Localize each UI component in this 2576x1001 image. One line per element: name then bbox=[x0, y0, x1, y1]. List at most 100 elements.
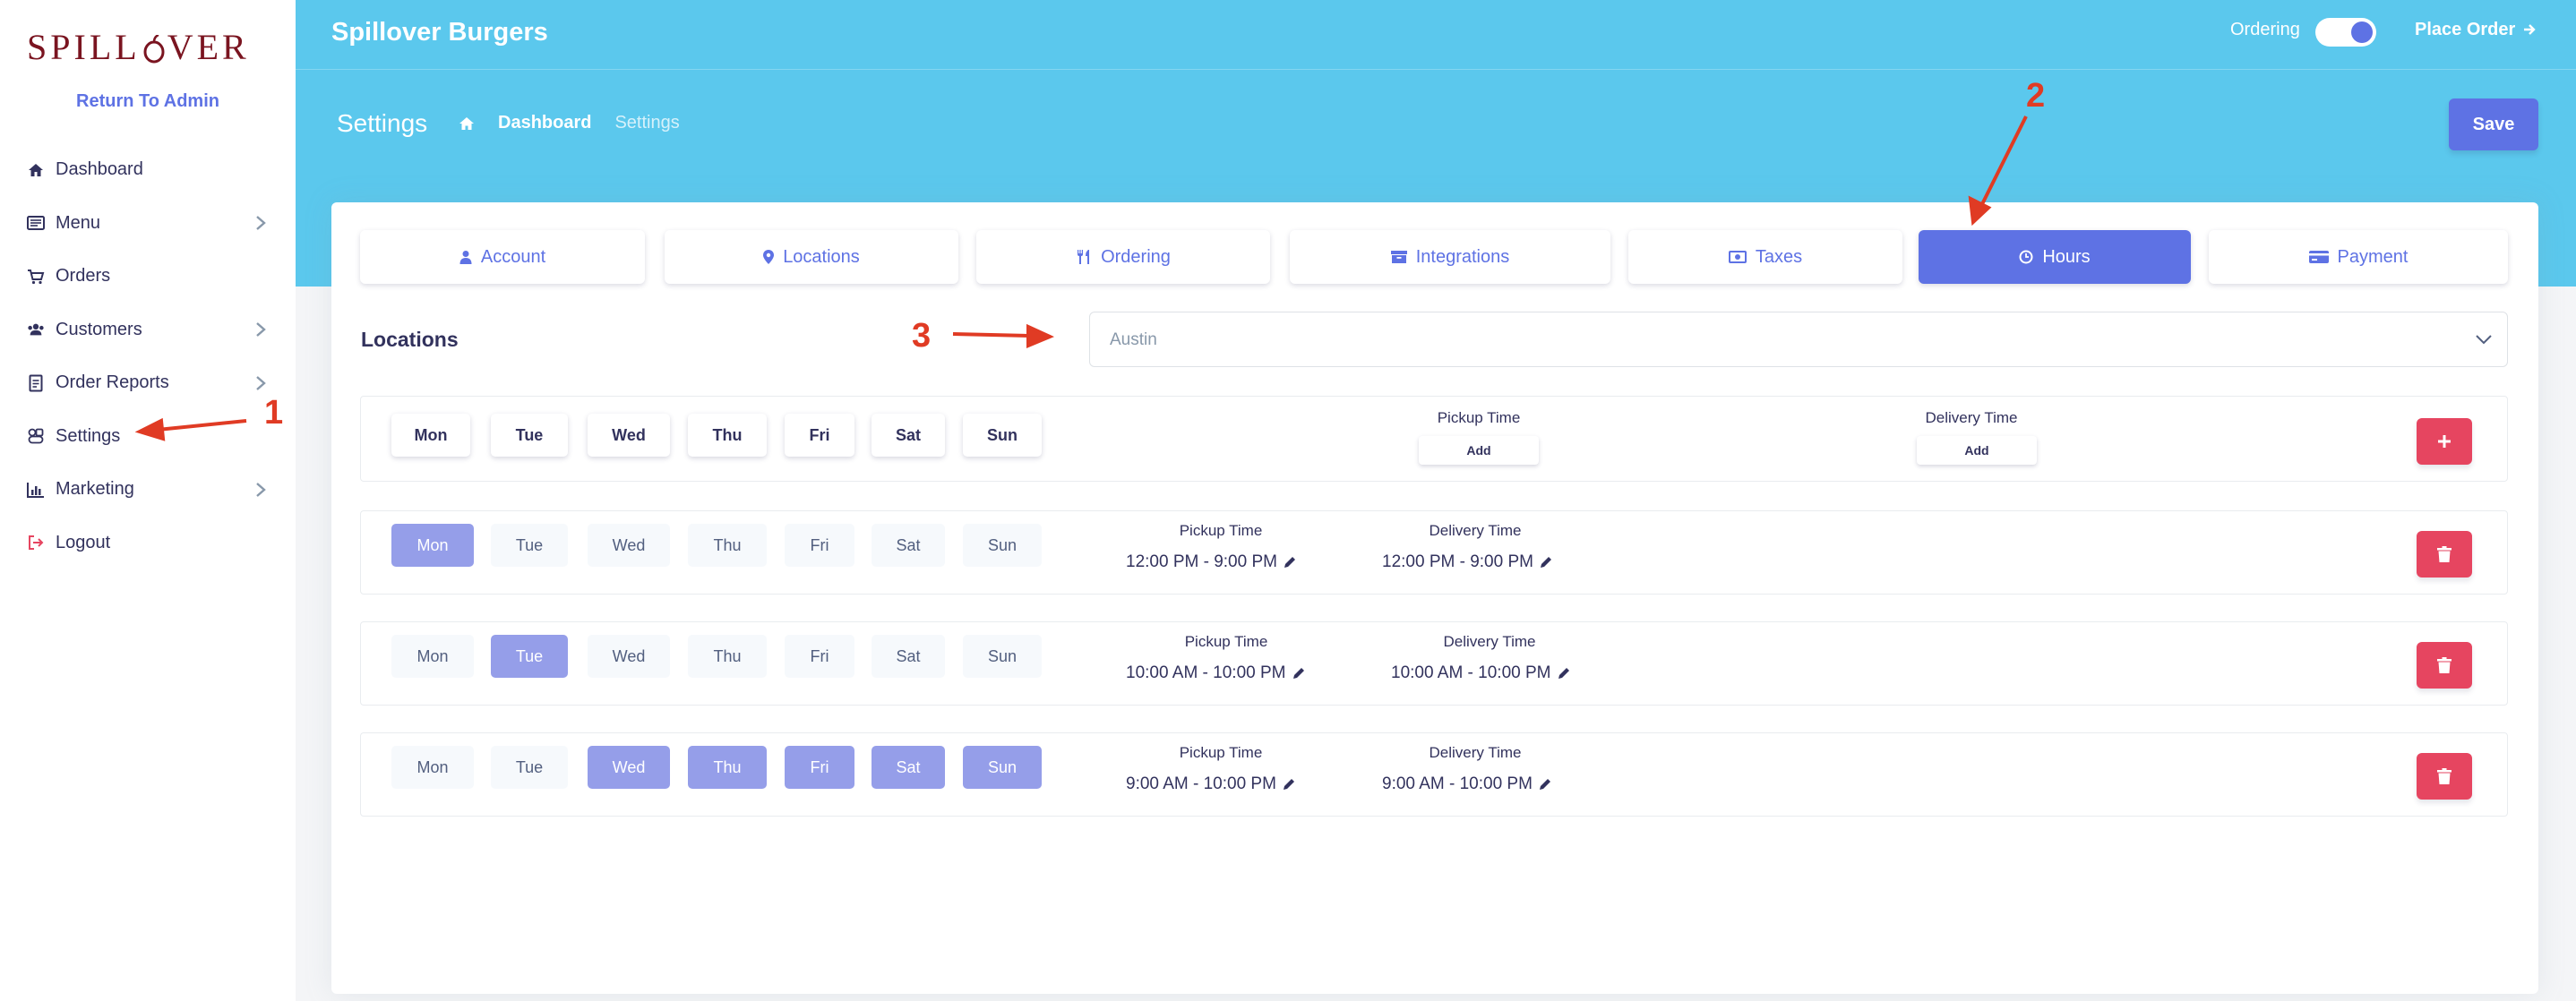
day-toggle-mon[interactable]: Mon bbox=[391, 746, 474, 789]
day-toggle-fri[interactable]: Fri bbox=[785, 524, 854, 567]
sidebar-item-label: Orders bbox=[56, 266, 111, 287]
day-toggle-mon[interactable]: Mon bbox=[391, 635, 474, 678]
hours-row: Mon Tue Wed Thu Fri Sat Sun Pickup Time … bbox=[360, 732, 2508, 817]
day-toggle-tue[interactable]: Tue bbox=[491, 524, 568, 567]
day-toggle-mon[interactable]: Mon bbox=[391, 414, 470, 457]
tab-taxes[interactable]: Taxes bbox=[1628, 230, 1902, 284]
add-pickup-time-button[interactable]: Add bbox=[1419, 436, 1539, 465]
chevron-right-icon bbox=[256, 322, 266, 338]
top-navbar: Spillover Burgers Ordering Place Order bbox=[296, 0, 2576, 70]
delivery-time-title: Delivery Time bbox=[1925, 409, 2018, 426]
place-order-link[interactable]: Place Order bbox=[2415, 20, 2537, 40]
delete-hours-button[interactable] bbox=[2417, 531, 2472, 578]
pickup-time-value: 12:00 PM - 9:00 PM bbox=[1126, 552, 1297, 572]
logo-drop-icon bbox=[143, 35, 165, 64]
sidebar-item-dashboard[interactable]: Dashboard bbox=[0, 143, 296, 197]
pickup-time-title: Pickup Time bbox=[1179, 744, 1263, 761]
map-pin-icon bbox=[763, 250, 775, 264]
day-toggle-fri[interactable]: Fri bbox=[785, 635, 854, 678]
sidebar: SPILL VER Return To Admin Dashboard Menu… bbox=[0, 0, 296, 1001]
tab-hours[interactable]: Hours bbox=[1919, 230, 2191, 284]
trash-icon bbox=[2437, 657, 2451, 673]
day-toggle-sun[interactable]: Sun bbox=[963, 746, 1042, 789]
tab-integrations[interactable]: Integrations bbox=[1290, 230, 1610, 284]
pencil-icon[interactable] bbox=[1538, 777, 1552, 791]
tab-payment[interactable]: Payment bbox=[2209, 230, 2508, 284]
chevron-down-icon bbox=[2476, 335, 2492, 345]
arrow-right-icon bbox=[2523, 24, 2536, 35]
day-toggle-sat[interactable]: Sat bbox=[872, 524, 945, 567]
add-hours-button[interactable] bbox=[2417, 418, 2472, 465]
pencil-icon[interactable] bbox=[1292, 666, 1306, 680]
day-toggle-mon[interactable]: Mon bbox=[391, 524, 474, 567]
return-to-admin-link[interactable]: Return To Admin bbox=[0, 91, 296, 112]
sidebar-item-logout[interactable]: Logout bbox=[0, 517, 296, 570]
annotation-label-1: 1 bbox=[264, 394, 284, 432]
chevron-right-icon bbox=[256, 375, 266, 390]
location-select[interactable]: Austin bbox=[1089, 312, 2508, 367]
delivery-time-value: 10:00 AM - 10:00 PM bbox=[1391, 663, 1571, 683]
day-toggle-sat[interactable]: Sat bbox=[872, 746, 945, 789]
day-toggle-sat[interactable]: Sat bbox=[872, 635, 945, 678]
delete-hours-button[interactable] bbox=[2417, 642, 2472, 689]
day-toggle-tue[interactable]: Tue bbox=[491, 635, 568, 678]
tab-label: Integrations bbox=[1415, 246, 1510, 267]
day-toggle-sat[interactable]: Sat bbox=[872, 414, 945, 457]
tab-label: Locations bbox=[783, 246, 860, 267]
day-toggle-wed[interactable]: Wed bbox=[588, 746, 670, 789]
pencil-icon[interactable] bbox=[1283, 555, 1297, 569]
day-toggle-fri[interactable]: Fri bbox=[785, 414, 854, 457]
day-toggle-wed[interactable]: Wed bbox=[588, 414, 670, 457]
ordering-toggle[interactable] bbox=[2315, 18, 2376, 47]
breadcrumb-dashboard[interactable]: Dashboard bbox=[498, 113, 591, 133]
tab-ordering[interactable]: Ordering bbox=[976, 230, 1270, 284]
day-toggle-sun[interactable]: Sun bbox=[963, 524, 1042, 567]
pickup-time-text: 10:00 AM - 10:00 PM bbox=[1126, 663, 1286, 682]
breadcrumb-settings: Settings bbox=[614, 113, 680, 133]
pickup-time-title: Pickup Time bbox=[1179, 522, 1263, 539]
pencil-icon[interactable] bbox=[1539, 555, 1553, 569]
day-toggle-tue[interactable]: Tue bbox=[491, 414, 568, 457]
bar-chart-icon bbox=[27, 481, 45, 499]
pencil-icon[interactable] bbox=[1557, 666, 1571, 680]
sidebar-item-marketing[interactable]: Marketing bbox=[0, 463, 296, 517]
delivery-time-title: Delivery Time bbox=[1429, 744, 1522, 761]
sidebar-item-orders[interactable]: Orders bbox=[0, 250, 296, 304]
day-toggle-thu[interactable]: Thu bbox=[688, 414, 767, 457]
save-button[interactable]: Save bbox=[2449, 98, 2538, 150]
tab-account[interactable]: Account bbox=[360, 230, 645, 284]
locations-label: Locations bbox=[361, 328, 459, 351]
day-toggle-sun[interactable]: Sun bbox=[963, 635, 1042, 678]
place-order-label: Place Order bbox=[2415, 20, 2516, 39]
add-delivery-time-button[interactable]: Add bbox=[1917, 436, 2037, 465]
home-icon[interactable] bbox=[459, 116, 475, 131]
tab-locations[interactable]: Locations bbox=[665, 230, 958, 284]
tab-label: Hours bbox=[2042, 246, 2091, 267]
plus-icon bbox=[2438, 435, 2451, 448]
day-toggle-thu[interactable]: Thu bbox=[688, 524, 767, 567]
day-toggle-thu[interactable]: Thu bbox=[688, 746, 767, 789]
day-toggle-sun[interactable]: Sun bbox=[963, 414, 1042, 457]
day-toggle-tue[interactable]: Tue bbox=[491, 746, 568, 789]
sidebar-item-label: Dashboard bbox=[56, 159, 143, 180]
sidebar-item-label: Logout bbox=[56, 532, 111, 552]
sidebar-item-customers[interactable]: Customers bbox=[0, 304, 296, 357]
ordering-label: Ordering bbox=[2230, 20, 2300, 39]
sidebar-item-settings[interactable]: Settings bbox=[0, 410, 296, 464]
archive-icon bbox=[1390, 251, 1407, 263]
spillover-logo[interactable]: SPILL VER bbox=[27, 27, 250, 67]
clock-icon bbox=[2019, 250, 2033, 264]
users-icon bbox=[27, 321, 45, 338]
home-icon bbox=[27, 161, 45, 179]
day-toggle-thu[interactable]: Thu bbox=[688, 635, 767, 678]
day-toggle-fri[interactable]: Fri bbox=[785, 746, 854, 789]
day-toggle-wed[interactable]: Wed bbox=[588, 635, 670, 678]
day-toggle-wed[interactable]: Wed bbox=[588, 524, 670, 567]
trash-icon bbox=[2437, 546, 2451, 562]
pencil-icon[interactable] bbox=[1282, 777, 1296, 791]
sidebar-item-menu[interactable]: Menu bbox=[0, 197, 296, 251]
settings-icon bbox=[27, 427, 45, 445]
delete-hours-button[interactable] bbox=[2417, 753, 2472, 800]
sidebar-item-order-reports[interactable]: Order Reports bbox=[0, 356, 296, 410]
breadcrumb: Dashboard Settings bbox=[459, 113, 680, 133]
